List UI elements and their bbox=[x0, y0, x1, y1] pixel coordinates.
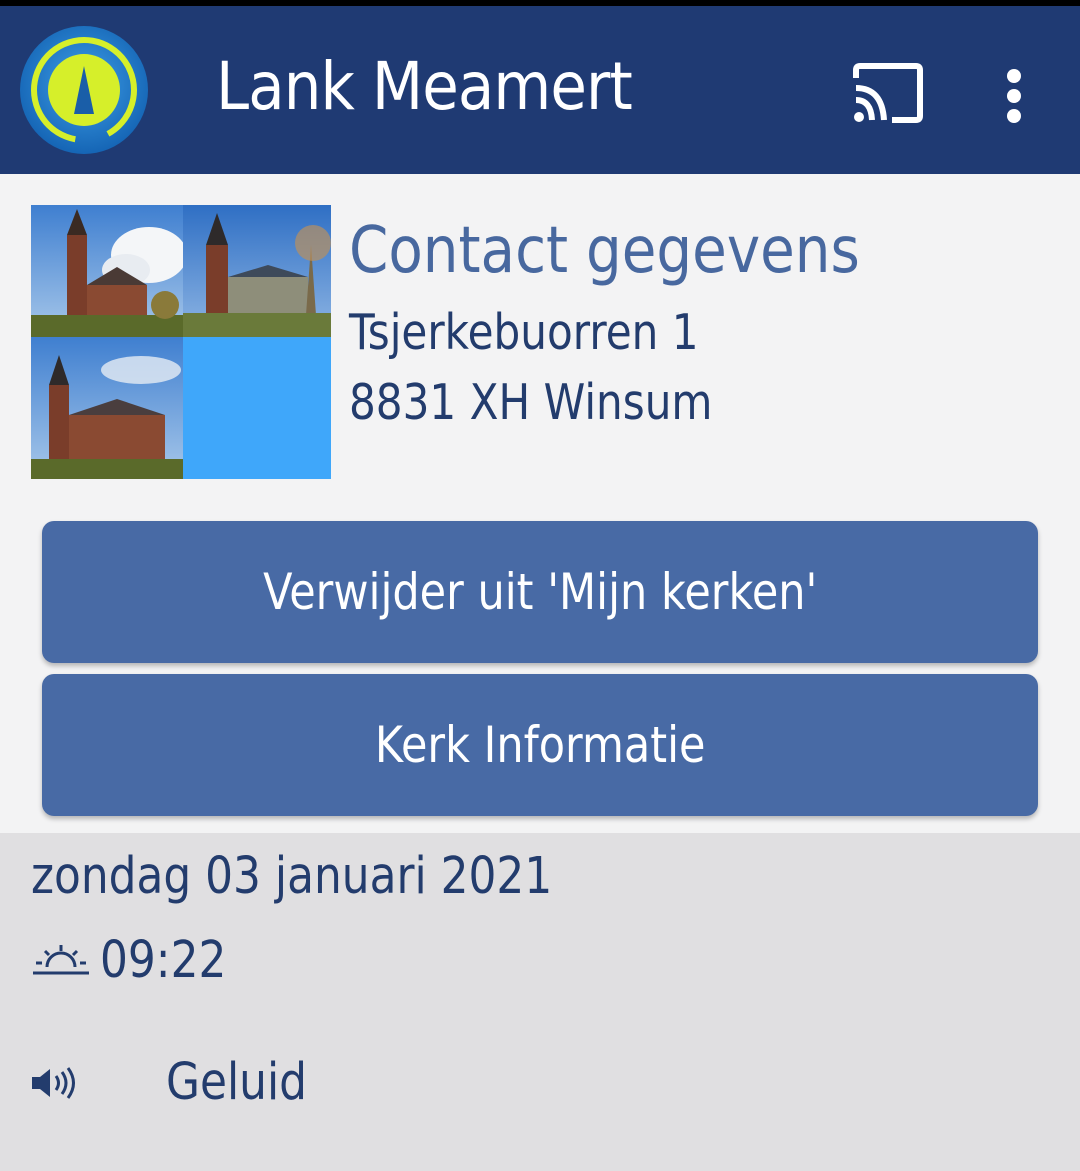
sunrise-icon bbox=[33, 945, 89, 975]
church-info-button[interactable]: Kerk Informatie bbox=[42, 674, 1038, 816]
speaker-icon[interactable] bbox=[30, 1065, 82, 1101]
remove-from-my-churches-button[interactable]: Verwijder uit 'Mijn kerken' bbox=[42, 521, 1038, 663]
address-street: Tsjerkebuorren 1 bbox=[349, 304, 699, 361]
app-title: Lank Meamert bbox=[216, 48, 633, 125]
sound-label[interactable]: Geluid bbox=[166, 1053, 307, 1112]
address-postcode-city: 8831 XH Winsum bbox=[349, 374, 713, 431]
contact-title: Contact gegevens bbox=[349, 214, 860, 288]
remove-button-label: Verwijder uit 'Mijn kerken' bbox=[262, 563, 818, 621]
service-date: zondag 03 januari 2021 bbox=[31, 847, 553, 906]
service-item[interactable]: zondag 03 januari 2021 09:22 Geluid bbox=[0, 833, 1080, 1171]
church-photo-collage bbox=[31, 205, 331, 479]
service-time: 09:22 bbox=[100, 931, 227, 990]
app-bar: Lank Meamert bbox=[0, 6, 1080, 174]
church-info-button-label: Kerk Informatie bbox=[374, 716, 706, 774]
more-vert-icon[interactable] bbox=[996, 68, 1032, 128]
cast-icon[interactable] bbox=[852, 62, 924, 124]
church-detail-panel: Contact gegevens Tsjerkebuorren 1 8831 X… bbox=[0, 174, 1080, 833]
app-logo-icon bbox=[20, 26, 148, 154]
